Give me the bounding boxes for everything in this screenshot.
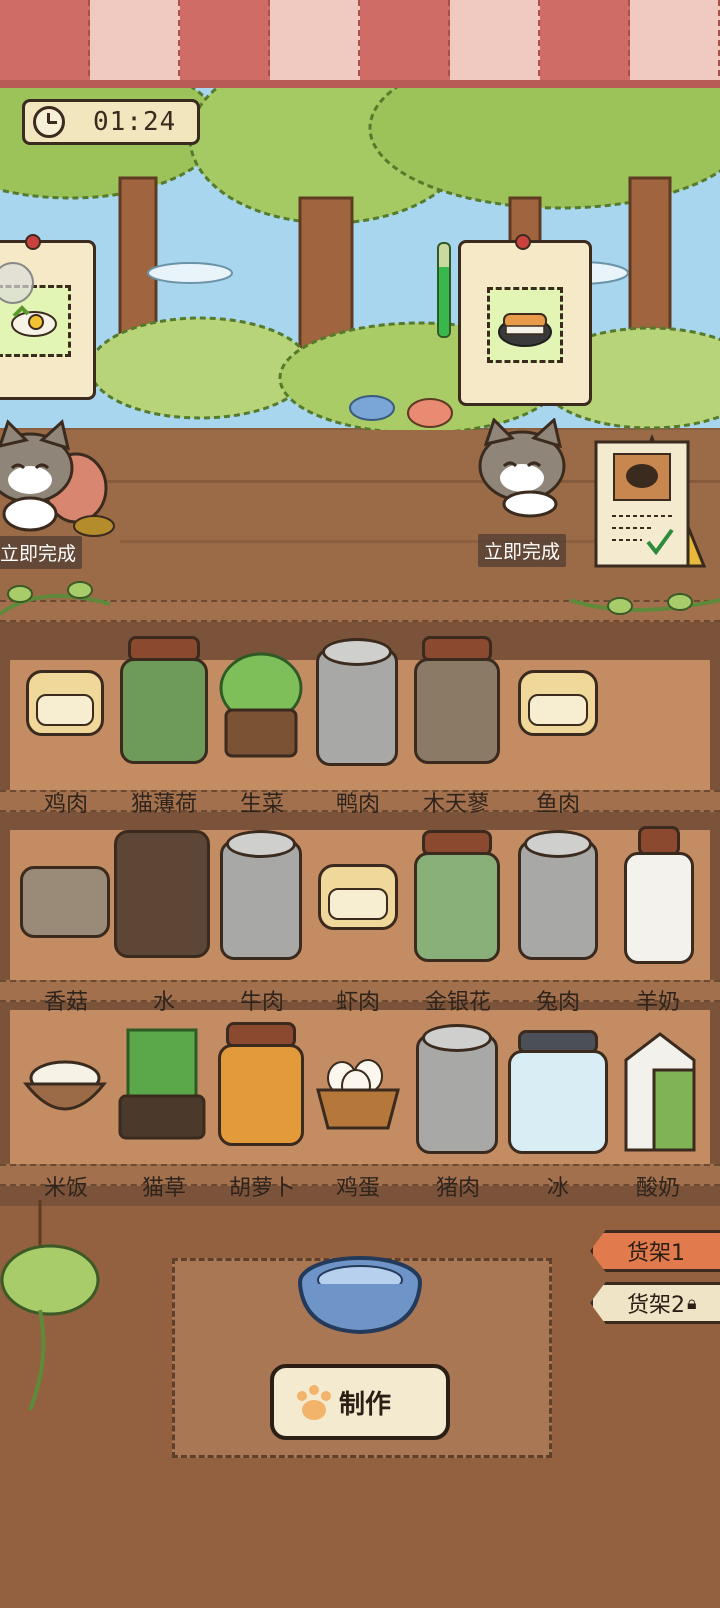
rabbit-can-icon (518, 840, 598, 960)
ingredient-label: 水 (152, 990, 176, 1015)
can-label (528, 694, 588, 726)
ingredient-cat-grass[interactable] (116, 1026, 208, 1142)
make-button-label: 制作 (338, 1389, 391, 1420)
ingredient-label: 鸭肉 (335, 792, 381, 817)
ingredient-label: 猫薄荷 (130, 792, 198, 817)
cat-customer-1 (0, 419, 115, 537)
make-button[interactable]: 制作 (270, 1364, 450, 1440)
pin-icon (515, 234, 531, 250)
ingredient-silvervine[interactable] (414, 636, 500, 766)
catnip-jar-icon (120, 658, 208, 764)
ingredient-shrimp[interactable] (318, 858, 398, 938)
cat-grass-pot-icon (118, 1028, 206, 1140)
ingredient-pork[interactable] (416, 1024, 498, 1156)
ingredient-label: 羊奶 (635, 990, 681, 1015)
can-top (524, 830, 592, 858)
ingredient-goat-milk[interactable] (624, 826, 694, 966)
order-card-2[interactable] (458, 234, 592, 406)
ingredient-egg[interactable] (314, 1056, 402, 1132)
vine-decoration (0, 581, 111, 616)
ingredient-water[interactable] (114, 830, 210, 960)
hanging-plant-icon (0, 1200, 100, 1411)
pin-icon (25, 234, 41, 250)
paw-icon (297, 1385, 331, 1420)
instant-complete-badge[interactable]: 立即完成 (478, 534, 567, 567)
carrot-jar-icon (218, 1044, 304, 1146)
ingredient-label: 米饭 (43, 1176, 89, 1201)
ingredient-label: 虾肉 (335, 990, 381, 1015)
tab-label: 货架1 (627, 1241, 685, 1266)
beef-can-icon (220, 840, 302, 960)
can-label (36, 694, 94, 726)
ingredient-mushroom[interactable] (20, 856, 110, 940)
sushi-icon (498, 313, 552, 347)
ingredient-beef[interactable] (220, 830, 302, 962)
shop-awning (0, 0, 720, 86)
can-top (322, 638, 392, 666)
ingredient-carrot[interactable] (218, 1022, 304, 1148)
ingredient-catnip[interactable] (120, 636, 208, 766)
vine-decoration (570, 593, 720, 615)
rice-bowl-icon (22, 1060, 108, 1111)
timer-panel: 01:24 (22, 99, 200, 145)
pork-can-icon (416, 1034, 498, 1154)
lettuce-basket-icon (219, 652, 303, 758)
ingredient-duck[interactable] (316, 638, 398, 768)
ingredient-ice[interactable] (508, 1030, 608, 1154)
ice-jar-icon (508, 1050, 608, 1154)
ingredient-chicken[interactable] (26, 664, 104, 744)
goat-milk-bottle-icon (624, 852, 694, 964)
can-top (422, 1024, 492, 1052)
order-progress-bar (437, 242, 451, 338)
ingredient-label: 猪肉 (435, 1176, 481, 1201)
order-food-2 (487, 287, 563, 363)
ingredient-label: 鸡肉 (43, 792, 89, 817)
cat-customer-2 (478, 418, 566, 518)
timer-text: 01:24 (93, 107, 177, 137)
progress-fill (439, 267, 449, 336)
ingredient-rice[interactable] (22, 1056, 108, 1126)
ingredient-label: 胡萝卜 (228, 1176, 296, 1201)
yogurt-carton-icon (624, 1032, 696, 1152)
mushroom-jar-icon (20, 866, 110, 938)
ingredient-label: 冰 (546, 1176, 570, 1201)
clock-icon (33, 106, 65, 138)
ingredient-label: 金银花 (424, 990, 492, 1015)
ingredient-label: 香菇 (43, 990, 89, 1015)
ingredient-fish[interactable] (518, 664, 598, 744)
ingredient-label: 鱼肉 (535, 792, 581, 817)
ingredient-rabbit[interactable] (518, 830, 598, 962)
tab-shelf-1[interactable]: 货架1 (590, 1230, 720, 1272)
ingredient-label: 木天蓼 (422, 792, 490, 817)
ingredient-label: 鸡蛋 (335, 1176, 381, 1201)
tab-shelf-2[interactable]: 货架2 🔒︎ (590, 1282, 720, 1324)
ingredient-honeysuckle[interactable] (414, 830, 500, 964)
ingredient-label: 生菜 (239, 792, 285, 817)
can-label (328, 888, 388, 920)
ingredient-label: 酸奶 (635, 1176, 681, 1201)
recipe-book-icon[interactable] (592, 432, 710, 570)
ingredient-yogurt[interactable] (614, 1030, 706, 1154)
honeysuckle-jar-icon (414, 852, 500, 962)
can-top (226, 830, 296, 858)
ingredient-label: 猫草 (141, 1176, 187, 1201)
instant-complete-badge[interactable]: 立即完成 (0, 536, 83, 569)
tab-label: 货架2 (627, 1293, 685, 1318)
silvervine-jar-icon (414, 658, 500, 764)
ingredient-label: 兔肉 (535, 990, 581, 1015)
lock-icon: 🔒︎ (687, 1292, 697, 1314)
ingredient-lettuce[interactable] (216, 648, 306, 760)
water-jar-icon (114, 830, 210, 958)
ingredient-label: 牛肉 (239, 990, 285, 1015)
food-bowl-icon[interactable] (294, 1252, 426, 1336)
game-screen: 01:24 立即完成 立即完成 鸡肉 猫薄荷 生菜 鸭肉 木天蓼 鱼肉 香菇 水… (0, 0, 720, 1608)
egg-basket-icon (316, 1059, 400, 1130)
